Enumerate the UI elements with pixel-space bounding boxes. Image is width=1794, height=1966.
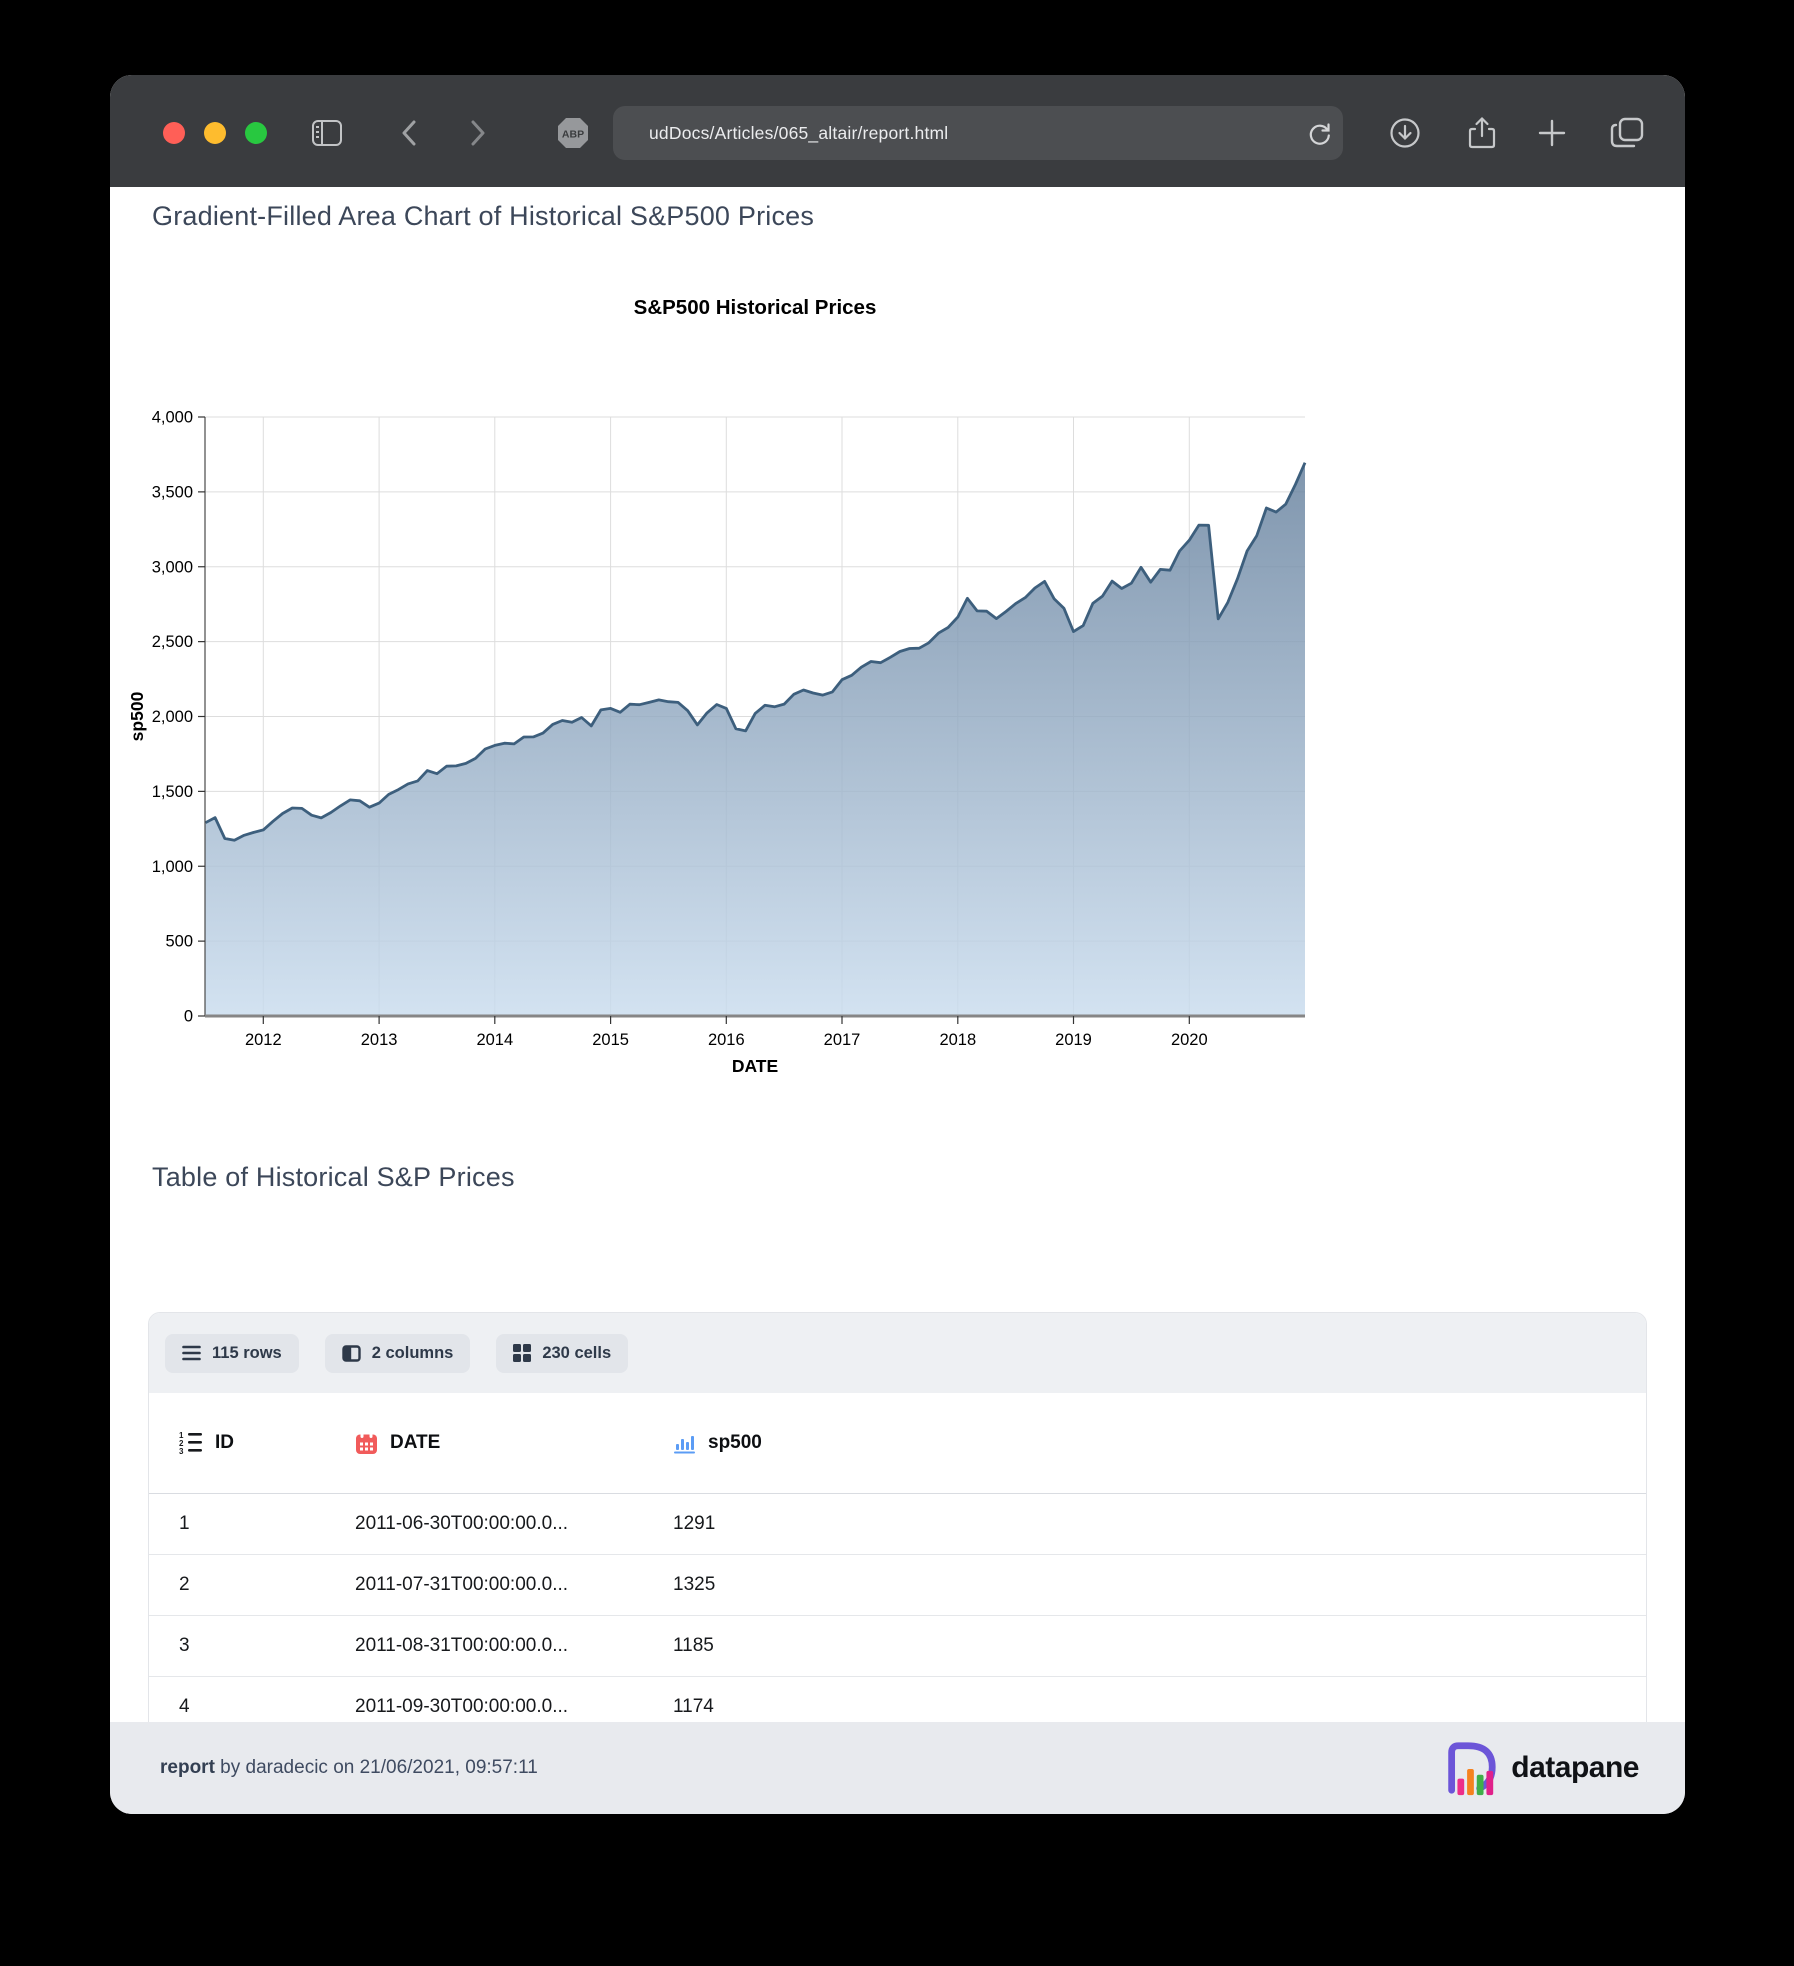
cell-date: 2011-08-31T00:00:00.0... (325, 1615, 643, 1677)
svg-text:0: 0 (184, 1008, 193, 1026)
rows-icon (182, 1345, 201, 1361)
rows-count-badge: 115 rows (165, 1333, 299, 1373)
svg-text:2018: 2018 (939, 1031, 976, 1049)
datapane-logo-icon (1448, 1742, 1496, 1796)
svg-text:3,000: 3,000 (152, 558, 193, 576)
svg-text:2012: 2012 (245, 1031, 282, 1049)
svg-text:2015: 2015 (592, 1031, 629, 1049)
table-row: 4 2011-09-30T00:00:00.0... 1174 (149, 1676, 1646, 1722)
column-label-sp500: sp500 (708, 1432, 762, 1453)
cell-sp500: 1291 (643, 1493, 1646, 1555)
sp500-table: 1 2 3 ID DATE sp500 1 2011-06-30T00:00:0… (149, 1393, 1646, 1722)
url-text[interactable]: udDocs/Articles/065_altair/report.html (613, 123, 1297, 144)
column-label-date: DATE (390, 1432, 441, 1453)
forward-icon[interactable] (460, 115, 496, 151)
svg-text:2019: 2019 (1055, 1031, 1092, 1049)
cell-sp500: 1174 (643, 1676, 1646, 1722)
table-row: 1 2011-06-30T00:00:00.0... 1291 (149, 1493, 1646, 1555)
svg-text:2,000: 2,000 (152, 708, 193, 726)
svg-text:2,500: 2,500 (152, 633, 193, 651)
svg-text:4,000: 4,000 (152, 409, 193, 427)
browser-window: ABP udDocs/Articles/065_altair/report.ht… (110, 75, 1685, 1814)
report-credit: report by daradecic on 21/06/2021, 09:57… (160, 1757, 538, 1779)
cells-count-label: 230 cells (542, 1343, 612, 1362)
credit-text: by daradecic on 21/06/2021, 09:57:11 (214, 1757, 538, 1778)
cell-date: 2011-06-30T00:00:00.0... (325, 1493, 643, 1555)
close-window-button[interactable] (163, 122, 185, 144)
browser-titlebar: ABP udDocs/Articles/065_altair/report.ht… (110, 75, 1685, 187)
address-bar[interactable]: udDocs/Articles/065_altair/report.html (613, 106, 1343, 160)
columns-count-label: 2 columns (371, 1343, 454, 1362)
y-axis-title: sp500 (127, 691, 147, 741)
zoom-window-button[interactable] (245, 122, 267, 144)
table-row: 2 2011-07-31T00:00:00.0... 1325 (149, 1554, 1646, 1616)
svg-text:2013: 2013 (361, 1031, 398, 1049)
svg-text:3,500: 3,500 (152, 483, 193, 501)
report-label: report (160, 1757, 215, 1778)
svg-text:2017: 2017 (824, 1031, 861, 1049)
column-label-id: ID (215, 1432, 234, 1453)
table-stats-bar: 115 rows 2 columns 230 cells (149, 1313, 1646, 1393)
sp500-area-chart: 0 500 1,000 1,500 2,000 2,500 3,000 3,500 4,000 2… (127, 296, 1307, 1076)
cells-count-badge: 230 cells (496, 1333, 629, 1373)
cell-id: 3 (149, 1615, 325, 1677)
svg-text:1,000: 1,000 (152, 858, 193, 876)
chart-title: S&P500 Historical Prices (634, 296, 877, 319)
downloads-icon[interactable] (1387, 115, 1423, 151)
sidebar-toggle-icon[interactable] (309, 115, 345, 151)
cell-sp500: 1185 (643, 1615, 1646, 1677)
cell-id: 1 (149, 1493, 325, 1555)
svg-text:1,500: 1,500 (152, 783, 193, 801)
column-header-sp500[interactable]: sp500 (643, 1393, 1646, 1494)
new-tab-icon[interactable] (1534, 115, 1570, 151)
minimize-window-button[interactable] (204, 122, 226, 144)
cell-date: 2011-09-30T00:00:00.0... (325, 1676, 643, 1722)
table-row: 3 2011-08-31T00:00:00.0... 1185 (149, 1615, 1646, 1677)
report-page: Gradient-Filled Area Chart of Historical… (110, 187, 1685, 1722)
bar-chart-icon (674, 1436, 695, 1454)
svg-text:ABP: ABP (562, 129, 584, 141)
svg-text:3: 3 (179, 1447, 184, 1455)
cells-icon (513, 1344, 532, 1362)
reload-icon[interactable] (1297, 106, 1343, 160)
cell-sp500: 1325 (643, 1554, 1646, 1616)
table-header-row: 1 2 3 ID DATE sp500 (149, 1393, 1646, 1494)
cell-id: 2 (149, 1554, 325, 1616)
y-axis-labels: 0 500 1,000 1,500 2,000 2,500 3,000 3,500 4,000 (152, 409, 205, 1026)
report-footer: report by daradecic on 21/06/2021, 09:57… (110, 1722, 1685, 1814)
x-axis-labels: 2012 2013 2014 2015 2016 2017 2018 2019 2020 (245, 1016, 1208, 1049)
numbered-list-icon: 1 2 3 (179, 1431, 202, 1455)
share-icon[interactable] (1464, 115, 1500, 151)
cell-id: 4 (149, 1676, 325, 1722)
cell-date: 2011-07-31T00:00:00.0... (325, 1554, 643, 1616)
columns-icon (342, 1344, 361, 1362)
table-section-title: Table of Historical S&P Prices (152, 1162, 515, 1192)
tab-overview-icon[interactable] (1609, 115, 1645, 151)
adblock-abp-icon[interactable]: ABP (555, 115, 591, 151)
area-fill (205, 462, 1305, 1016)
calendar-icon (356, 1432, 377, 1454)
column-header-id[interactable]: 1 2 3 ID (149, 1393, 325, 1494)
x-axis-title: DATE (732, 1056, 778, 1076)
columns-count-badge: 2 columns (324, 1333, 471, 1373)
datapane-logo[interactable]: datapane (1441, 1739, 1639, 1797)
svg-text:2016: 2016 (708, 1031, 745, 1049)
datapane-wordmark: datapane (1511, 1751, 1639, 1784)
svg-text:2020: 2020 (1171, 1031, 1208, 1049)
data-table-card: 115 rows 2 columns 230 cells 1 2 3 ID DA… (148, 1312, 1647, 1722)
svg-text:500: 500 (165, 933, 193, 951)
svg-text:2014: 2014 (476, 1031, 513, 1049)
column-header-date[interactable]: DATE (325, 1393, 643, 1494)
back-icon[interactable] (391, 115, 427, 151)
rows-count-label: 115 rows (212, 1343, 282, 1362)
